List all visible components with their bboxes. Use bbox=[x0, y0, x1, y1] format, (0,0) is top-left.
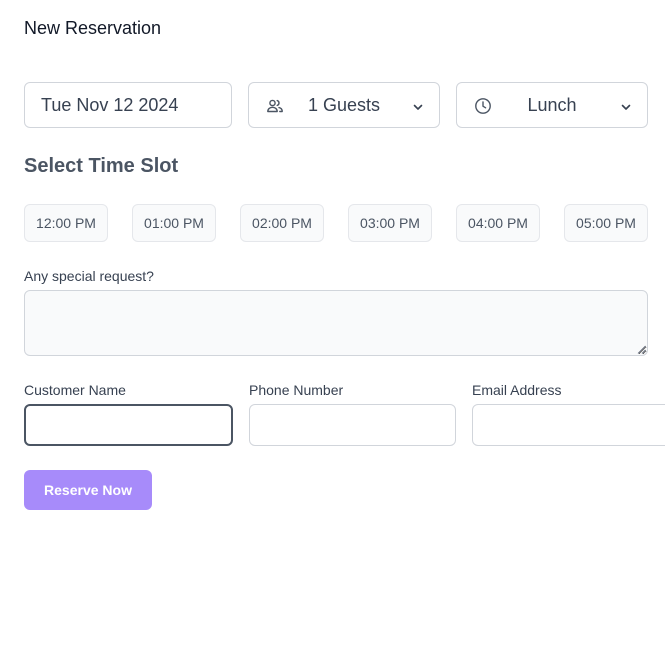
customer-fields-row: Customer Name Phone Number Email Address bbox=[24, 381, 665, 446]
date-value: Tue Nov 12 2024 bbox=[41, 94, 179, 115]
meal-select[interactable]: Lunch bbox=[456, 82, 648, 128]
clock-icon bbox=[473, 96, 493, 116]
customer-name-input[interactable] bbox=[24, 404, 233, 446]
time-slot-button[interactable]: 01:00 PM bbox=[132, 204, 216, 242]
reservation-options-row: Tue Nov 12 2024 1 Guests Lunch bbox=[24, 82, 648, 128]
reserve-now-button[interactable]: Reserve Now bbox=[24, 470, 152, 510]
page-title: New Reservation bbox=[24, 18, 162, 38]
reservation-page: New Reservation Tue Nov 12 2024 1 Guests bbox=[0, 0, 665, 662]
time-slot-button[interactable]: 04:00 PM bbox=[456, 204, 540, 242]
special-request-label: Any special request? bbox=[24, 268, 154, 284]
email-label: Email Address bbox=[472, 382, 562, 398]
users-icon bbox=[265, 96, 285, 116]
customer-name-label: Customer Name bbox=[24, 382, 126, 398]
email-input[interactable] bbox=[472, 404, 665, 446]
chevron-down-icon bbox=[411, 98, 425, 112]
date-picker[interactable]: Tue Nov 12 2024 bbox=[24, 82, 232, 128]
guests-value: 1 Guests bbox=[307, 94, 381, 115]
time-slot-button[interactable]: 12:00 PM bbox=[24, 204, 108, 242]
phone-input[interactable] bbox=[249, 404, 456, 446]
email-group: Email Address bbox=[472, 381, 665, 446]
meal-value: Lunch bbox=[527, 94, 577, 115]
time-slot-button[interactable]: 02:00 PM bbox=[240, 204, 324, 242]
resize-handle-icon[interactable] bbox=[637, 345, 646, 354]
time-slot-button[interactable]: 03:00 PM bbox=[348, 204, 432, 242]
time-slot-button[interactable]: 05:00 PM bbox=[564, 204, 648, 242]
phone-label: Phone Number bbox=[249, 382, 344, 398]
chevron-down-icon bbox=[619, 98, 633, 112]
customer-name-group: Customer Name bbox=[24, 381, 233, 446]
phone-group: Phone Number bbox=[249, 381, 456, 446]
time-slot-heading: Select Time Slot bbox=[24, 155, 179, 177]
special-request-textarea[interactable] bbox=[24, 290, 648, 356]
time-slot-list: 12:00 PM 01:00 PM 02:00 PM 03:00 PM 04:0… bbox=[24, 204, 648, 242]
guests-select[interactable]: 1 Guests bbox=[248, 82, 440, 128]
